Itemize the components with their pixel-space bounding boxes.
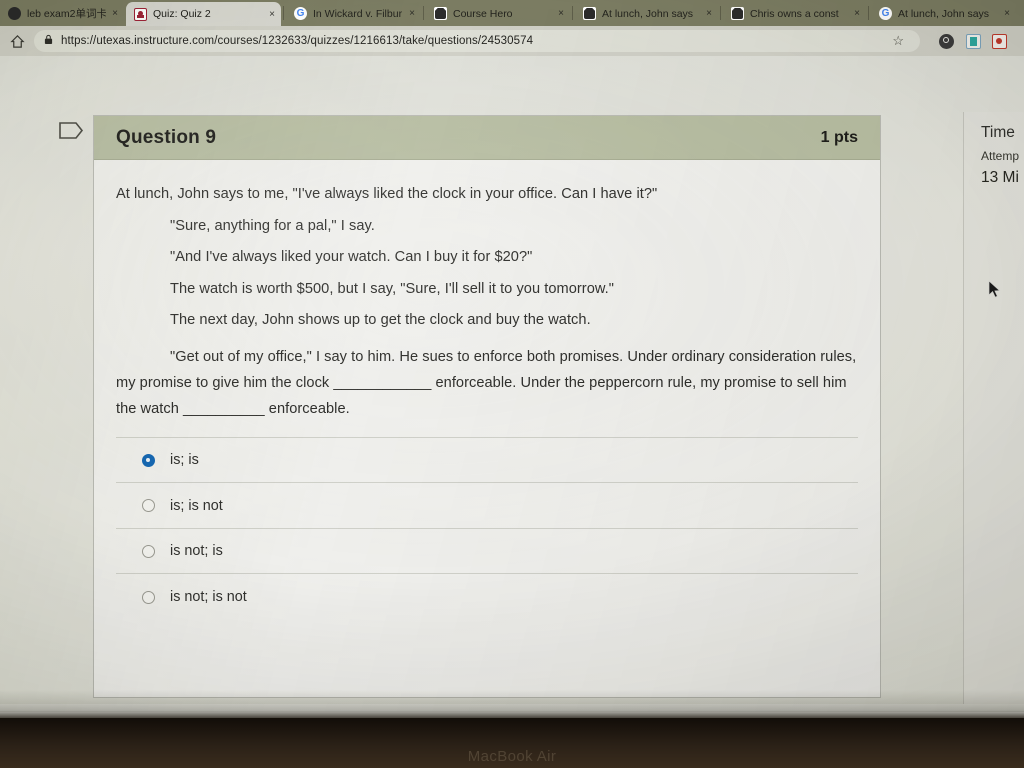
answer-option-3[interactable]: is not; is bbox=[116, 529, 858, 575]
quiz-page: Question 9 1 pts At lunch, John says to … bbox=[0, 56, 1024, 712]
radio-button[interactable] bbox=[142, 590, 155, 604]
radio-button[interactable] bbox=[142, 453, 155, 467]
tab-separator bbox=[720, 6, 721, 20]
canvas-ut-icon bbox=[134, 7, 147, 21]
tab-separator bbox=[423, 6, 424, 20]
prompt-paragraph: The watch is worth $500, but I say, "Sur… bbox=[170, 280, 614, 297]
coursehero-icon bbox=[583, 7, 596, 20]
page-title: Question 9 bbox=[116, 126, 217, 148]
browser-tab-7[interactable]: G At lunch, John says × bbox=[871, 1, 1016, 26]
prompt-paragraph: "Sure, anything for a pal," I say. bbox=[170, 217, 375, 234]
tab-label: In Wickard v. Filbur bbox=[313, 7, 403, 20]
browser-window: leb exam2单词卡 | Q × Quiz: Quiz 2 × G In W… bbox=[0, 0, 1024, 712]
extension-icon-2[interactable] bbox=[966, 34, 981, 49]
answer-option-2[interactable]: is; is not bbox=[116, 483, 858, 529]
tab-label: At lunch, John says bbox=[898, 7, 990, 20]
answer-option-1[interactable]: is; is bbox=[116, 438, 858, 484]
prompt-paragraph: "And I've always liked your watch. Can I… bbox=[170, 249, 533, 266]
answer-options-list: is; is is; is not is not; is is not; is … bbox=[116, 436, 858, 620]
question-header: Question 9 1 pts bbox=[94, 116, 880, 160]
tab-separator bbox=[868, 6, 869, 20]
answer-label: is not; is not bbox=[170, 589, 247, 606]
address-bar[interactable]: https://utexas.instructure.com/courses/1… bbox=[34, 30, 920, 52]
google-icon: G bbox=[294, 7, 307, 20]
mouse-pointer-icon bbox=[988, 280, 1001, 299]
browser-tab-strip: leb exam2单词卡 | Q × Quiz: Quiz 2 × G In W… bbox=[0, 0, 1024, 26]
sidebar-elapsed-time: 13 Mi bbox=[981, 169, 1019, 186]
quizlet-icon bbox=[8, 7, 21, 20]
bookmark-star-icon[interactable]: ☆ bbox=[892, 33, 904, 49]
browser-tab-5[interactable]: At lunch, John says × bbox=[575, 1, 718, 26]
close-icon[interactable]: × bbox=[1004, 8, 1010, 19]
extension-icon-3[interactable] bbox=[992, 34, 1007, 49]
tab-label: Course Hero bbox=[453, 7, 513, 20]
flag-outline-icon[interactable] bbox=[58, 120, 84, 141]
close-icon[interactable]: × bbox=[269, 9, 275, 20]
browser-tab-6[interactable]: Chris owns a const × bbox=[723, 1, 866, 26]
question-prompt: At lunch, John says to me, "I've always … bbox=[116, 187, 858, 423]
radio-button[interactable] bbox=[142, 544, 155, 558]
sidebar-time-label: Time bbox=[981, 124, 1015, 141]
quiz-sidebar: Time Attemp 13 Mi bbox=[963, 112, 1024, 712]
close-icon[interactable]: × bbox=[706, 8, 712, 19]
radio-button[interactable] bbox=[142, 499, 155, 513]
answer-option-4[interactable]: is not; is not bbox=[116, 574, 858, 620]
prompt-paragraph: At lunch, John says to me, "I've always … bbox=[116, 186, 658, 202]
tab-label: Quiz: Quiz 2 bbox=[153, 8, 211, 20]
browser-toolbar: https://utexas.instructure.com/courses/1… bbox=[0, 26, 1024, 56]
question-points: 1 pts bbox=[820, 128, 858, 146]
coursehero-icon bbox=[731, 7, 744, 20]
home-icon[interactable] bbox=[8, 32, 27, 51]
prompt-paragraph: "Get out of my office," I say to him. He… bbox=[116, 348, 857, 417]
coursehero-icon bbox=[434, 7, 447, 20]
close-icon[interactable]: × bbox=[854, 8, 860, 19]
browser-tab-4[interactable]: Course Hero × bbox=[426, 1, 570, 26]
extension-icon-1[interactable] bbox=[939, 34, 954, 49]
close-icon[interactable]: × bbox=[409, 8, 415, 19]
tab-separator bbox=[283, 6, 284, 20]
answer-label: is; is bbox=[170, 452, 199, 469]
question-body: At lunch, John says to me, "I've always … bbox=[94, 160, 880, 697]
tab-label: Chris owns a const bbox=[750, 7, 839, 20]
browser-tab-2-active[interactable]: Quiz: Quiz 2 × bbox=[126, 2, 281, 26]
question-card: Question 9 1 pts At lunch, John says to … bbox=[93, 115, 881, 698]
lock-icon bbox=[44, 34, 53, 48]
browser-tab-3[interactable]: G In Wickard v. Filbur × bbox=[286, 1, 421, 26]
address-bar-url: https://utexas.instructure.com/courses/1… bbox=[61, 35, 534, 47]
google-icon: G bbox=[879, 7, 892, 20]
close-icon[interactable]: × bbox=[112, 8, 118, 19]
browser-tab-1[interactable]: leb exam2单词卡 | Q × bbox=[0, 1, 124, 26]
prompt-paragraph: The next day, John shows up to get the c… bbox=[170, 312, 591, 329]
answer-label: is; is not bbox=[170, 497, 223, 514]
answer-label: is not; is bbox=[170, 543, 223, 560]
tab-label: leb exam2单词卡 | Q bbox=[27, 8, 107, 20]
tab-label: At lunch, John says bbox=[602, 7, 694, 20]
laptop-brand-label: MacBook Air bbox=[467, 748, 557, 765]
tab-separator bbox=[572, 6, 573, 20]
close-icon[interactable]: × bbox=[558, 8, 564, 19]
sidebar-attempt-label: Attemp bbox=[981, 149, 1020, 163]
laptop-screen-photo: leb exam2单词卡 | Q × Quiz: Quiz 2 × G In W… bbox=[0, 0, 1024, 768]
